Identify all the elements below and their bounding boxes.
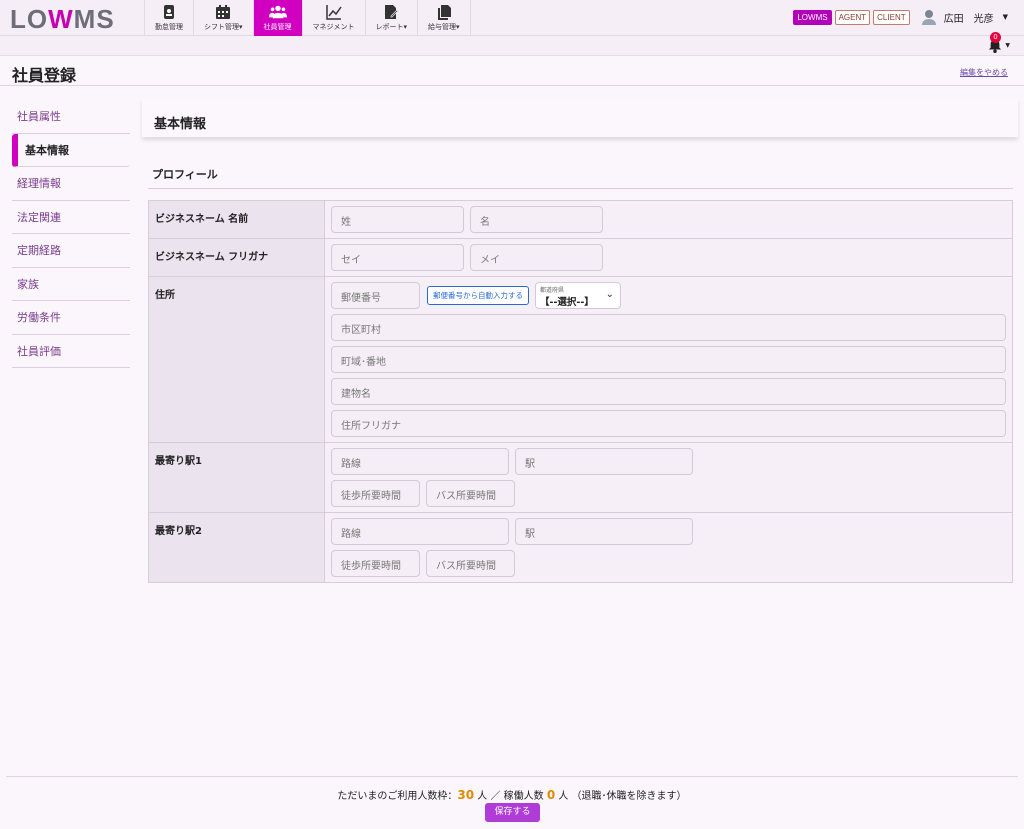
lowms-logo[interactable]: LOWMS [10,4,115,35]
main-nav: 勤怠管理 シフト管理▾ 社員管理 マネジメント レポート▾ 給与管理▾ [144,0,471,36]
station2-walk-time-input[interactable]: 徒歩所要時間 [331,550,420,577]
form-row-station2: 最寄り駅2 路線 駅 徒歩所要時間 バス所要時間 [148,512,1013,583]
page-title: 社員登録 [12,66,77,85]
station1-line-input[interactable]: 路線 [331,448,509,475]
business-last-name-input[interactable]: 姓 [331,206,464,233]
form-row-address: 住所 郵便番号 郵便番号から自動入力する 都道府県 【--選択--】 ⌄ 市区町… [148,276,1013,443]
label-station2: 最寄り駅2 [148,512,325,583]
sidebar-item-family[interactable]: 家族 [12,268,130,301]
nav-label: シフト管理▾ [204,23,243,31]
avatar [921,10,936,25]
notification-chevron-icon[interactable]: ▼ [1005,42,1010,49]
sidebar-item-evaluation[interactable]: 社員評価 [12,335,130,368]
city-input[interactable]: 市区町村 [331,314,1006,341]
form-cell: 路線 駅 徒歩所要時間 バス所要時間 [324,442,1013,513]
form-row-business-kana: ビジネスネーム フリガナ セイ メイ [148,238,1013,277]
header-divider [0,85,1024,86]
nav-label: レポート▾ [375,23,408,31]
documents-icon [437,5,451,20]
station2-line-input[interactable]: 路線 [331,518,509,545]
prefecture-caption: 都道府県 [540,287,565,294]
sidebar-item-commute[interactable]: 定期経路 [12,234,130,268]
station2-bus-time-input[interactable]: バス所要時間 [426,550,515,577]
usage-prefix: ただいまのご利用人数枠： [337,791,458,802]
logo-text-end: MS [73,4,115,34]
nav-label: 勤怠管理 [155,23,183,31]
nav-employee[interactable]: 社員管理 [252,0,302,36]
form-row-business-name: ビジネスネーム 名前 姓 名 [148,200,1013,239]
form-cell: 姓 名 [324,200,1013,239]
station1-walk-time-input[interactable]: 徒歩所要時間 [331,480,420,507]
id-badge-icon [164,5,174,19]
business-last-kana-input[interactable]: セイ [331,244,464,271]
save-button[interactable]: 保存する [485,803,540,822]
label-station1: 最寄り駅1 [148,442,325,513]
form-row-station1: 最寄り駅1 路線 駅 徒歩所要時間 バス所要時間 [148,442,1013,513]
usage-active-count: 0 [546,788,556,802]
business-first-name-input[interactable]: 名 [470,206,603,233]
sidebar-item-attributes[interactable]: 社員属性 [12,100,130,134]
usage-suffix: 人 （退職･休職を除きます） [555,791,687,802]
business-first-kana-input[interactable]: メイ [470,244,603,271]
nav-report[interactable]: レポート▾ [364,0,418,36]
form-cell: セイ メイ [324,238,1013,277]
station1-station-input[interactable]: 駅 [515,448,693,475]
sidebar-item-basic-info[interactable]: 基本情報 [12,133,130,167]
calendar-icon [216,5,231,19]
nav-label: 社員管理 [263,23,292,31]
section-title: 基本情報 [154,117,207,132]
sidebar: 社員属性 基本情報 経理情報 法定関連 定期経路 家族 労働条件 社員評価 [12,100,130,368]
building-input[interactable]: 建物名 [331,378,1006,405]
profile-divider [148,188,1013,189]
chevron-down-icon: ⌄ [605,289,614,300]
nav-attendance[interactable]: 勤怠管理 [144,0,193,36]
sidebar-item-accounting[interactable]: 経理情報 [12,167,130,201]
section-header: 基本情報 [142,99,1018,137]
sidebar-item-work-conditions[interactable]: 労働条件 [12,301,130,335]
top-navbar: LOWMS 勤怠管理 シフト管理▾ 社員管理 マネジメント レポート▾ 給与管理… [0,0,1024,36]
zip-autofill-button[interactable]: 郵便番号から自動入力する [427,286,529,305]
label-business-kana: ビジネスネーム フリガナ [148,238,325,277]
street-input[interactable]: 町域･番地 [331,346,1006,373]
zip-code-input[interactable]: 郵便番号 [331,282,420,309]
prefecture-value: 【--選択--】 [540,297,594,308]
user-name[interactable]: 広田 光彦 [944,10,994,25]
nav-label: 給与管理▾ [428,23,460,31]
usage-mid: 人 ／ 稼働人数 [474,791,547,802]
report-edit-icon [385,5,399,19]
role-badge-agent[interactable]: AGENT [834,9,871,25]
form-cell: 路線 駅 徒歩所要時間 バス所要時間 [324,512,1013,583]
footer-divider [6,776,1018,777]
notification-count-badge: 0 [990,32,1001,43]
label-business-name: ビジネスネーム 名前 [148,200,325,239]
usage-info: ただいまのご利用人数枠：30 人 ／ 稼働人数 0 人 （退職･休職を除きます） [0,787,1024,802]
nav-management[interactable]: マネジメント [301,0,365,36]
profile-heading: プロフィール [152,168,218,181]
nav-label: マネジメント [312,23,355,31]
station1-bus-time-input[interactable]: バス所要時間 [426,480,515,507]
user-area: LOWMS AGENT CLIENT 広田 光彦 ▼ [793,9,1008,25]
role-badge-client[interactable]: CLIENT [873,9,910,25]
station2-station-input[interactable]: 駅 [515,518,693,545]
prefecture-select[interactable]: 都道府県 【--選択--】 ⌄ [535,282,621,309]
chart-line-icon [325,5,342,20]
logo-text-accent: W [48,4,74,34]
users-icon [268,5,287,19]
sidebar-item-legal[interactable]: 法定関連 [12,201,130,234]
nav-shift[interactable]: シフト管理▾ [193,0,253,36]
usage-capacity-count: 30 [457,788,475,802]
logo-text: LO [10,4,49,34]
address-kana-input[interactable]: 住所フリガナ [331,410,1006,437]
label-address: 住所 [148,276,325,443]
stop-edit-link[interactable]: 編集をやめる [960,67,1008,78]
form-cell: 郵便番号 郵便番号から自動入力する 都道府県 【--選択--】 ⌄ 市区町村 町… [324,276,1013,443]
role-badge-lowms[interactable]: LOWMS [793,9,832,25]
user-menu-chevron-icon[interactable]: ▼ [1003,13,1008,21]
notification-bar: 0 ▼ [0,32,1024,56]
nav-payroll[interactable]: 給与管理▾ [417,0,471,36]
profile-form-table: ビジネスネーム 名前 姓 名 ビジネスネーム フリガナ セイ メイ 住所 郵便番… [148,200,1013,583]
